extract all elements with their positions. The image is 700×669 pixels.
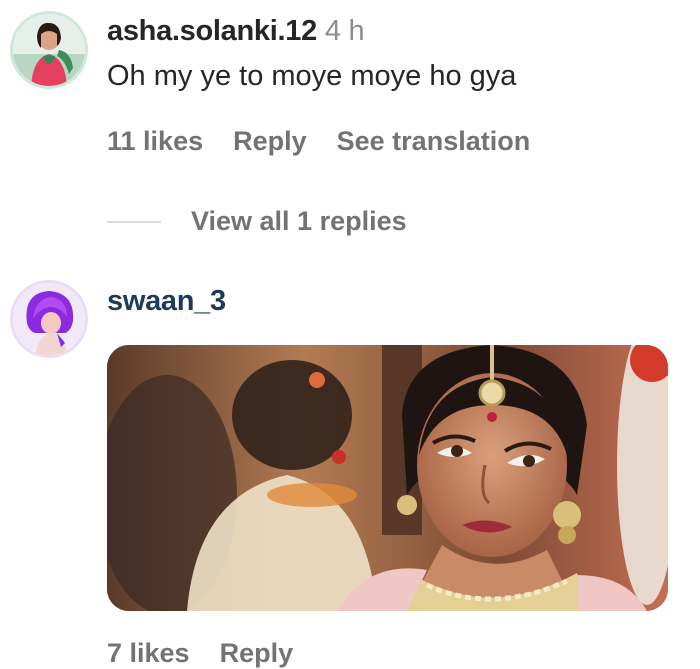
comment-item: swaan_3 7 likes Reply — [0, 0, 700, 669]
gif-attachment[interactable] — [107, 345, 668, 611]
gif-image — [107, 345, 668, 611]
reply-button[interactable]: Reply — [220, 638, 294, 669]
comment-username[interactable]: swaan_3 — [107, 285, 226, 318]
like-count[interactable]: 7 likes — [107, 638, 190, 669]
avatar[interactable] — [10, 280, 88, 358]
username-text[interactable]: swaan_3 — [107, 285, 226, 317]
comment-actions: 7 likes Reply — [107, 638, 293, 669]
profile-photo-icon — [13, 283, 85, 355]
